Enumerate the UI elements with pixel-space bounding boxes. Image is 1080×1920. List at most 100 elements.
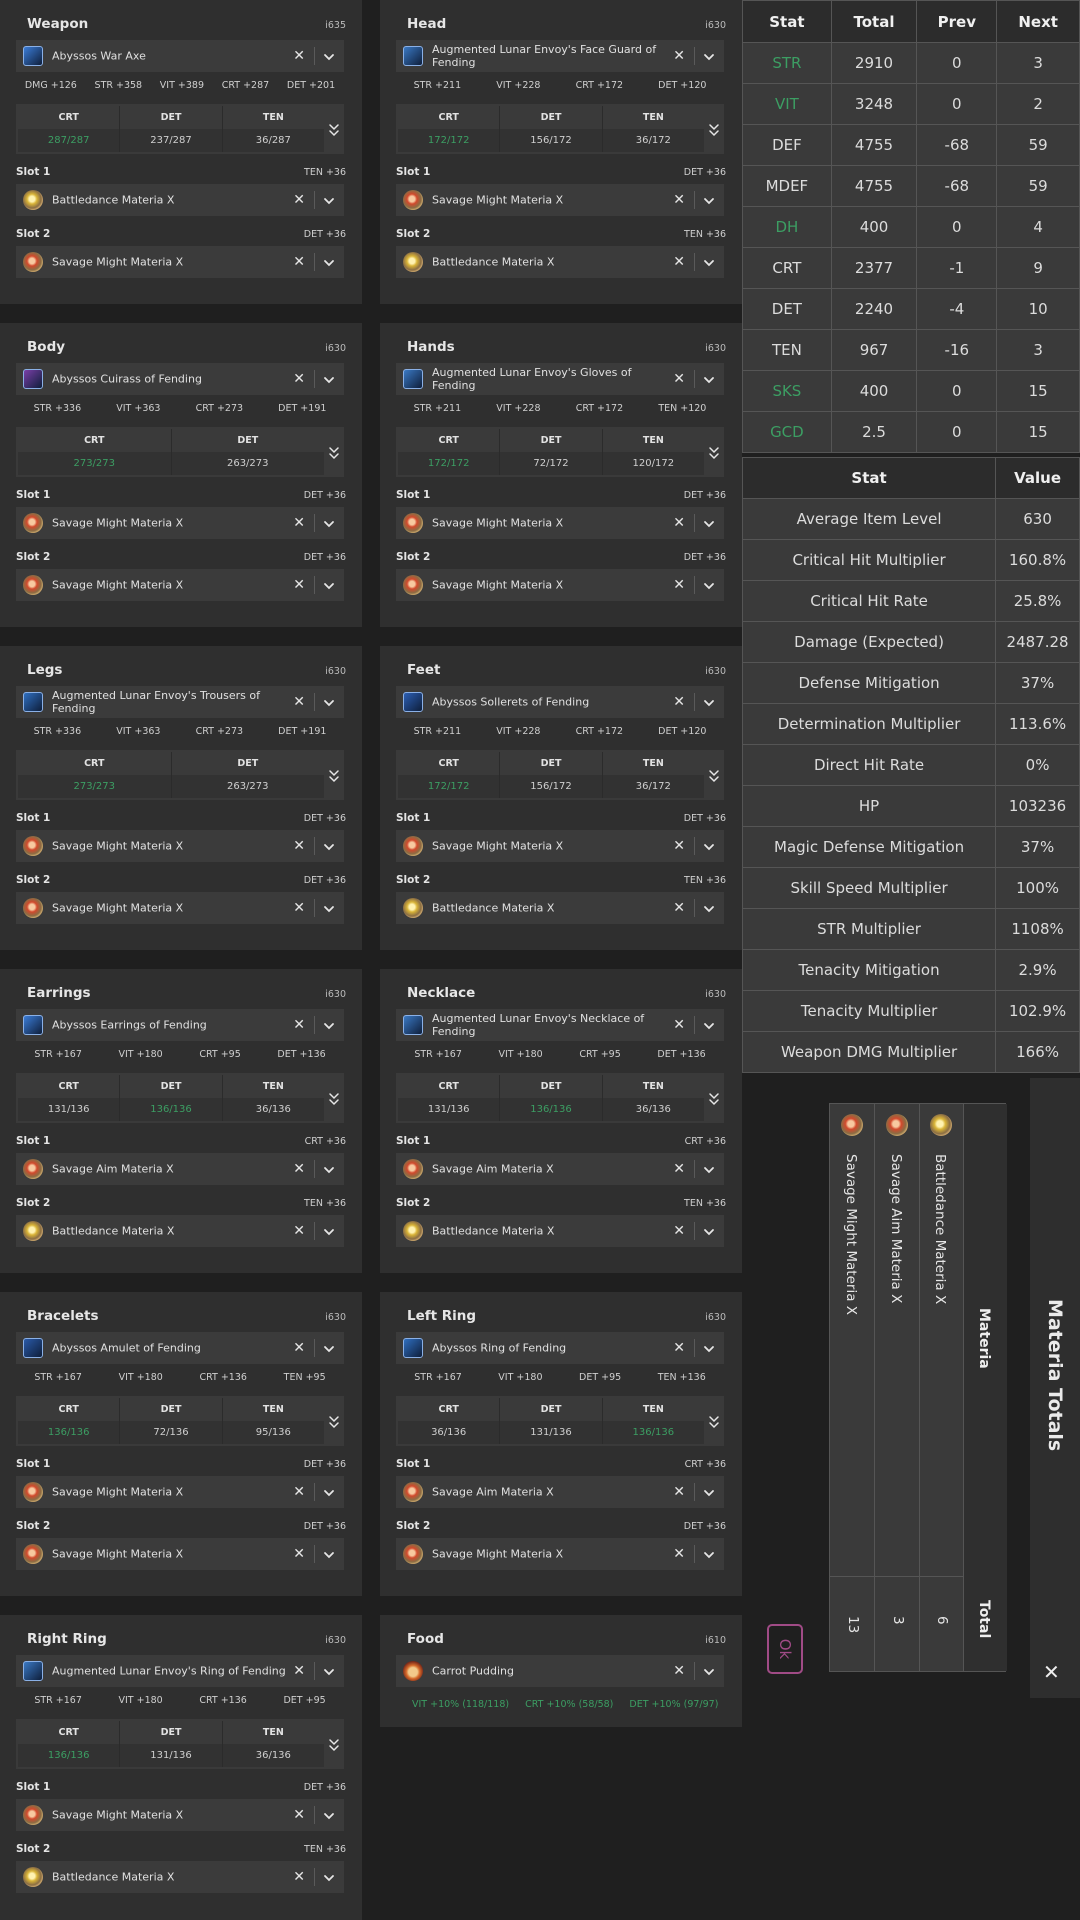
clear-icon[interactable]: ✕	[293, 1018, 305, 1032]
clear-icon[interactable]: ✕	[673, 839, 685, 853]
clear-icon[interactable]: ✕	[293, 695, 305, 709]
item-select[interactable]: Abyssos War Axe ✕	[16, 40, 344, 72]
clear-icon[interactable]: ✕	[673, 695, 685, 709]
chevron-down-icon[interactable]	[322, 372, 336, 386]
expand-icon[interactable]	[328, 1091, 340, 1106]
clear-icon[interactable]: ✕	[293, 1870, 305, 1884]
item-select[interactable]: Augmented Lunar Envoy's Ring of Fending ✕	[16, 1655, 344, 1687]
expand-icon[interactable]	[708, 445, 720, 460]
chevron-down-icon[interactable]	[702, 1341, 716, 1355]
materia-select[interactable]: Battledance Materia X ✕	[16, 184, 344, 216]
close-icon[interactable]: ✕	[1043, 1660, 1060, 1684]
clear-icon[interactable]: ✕	[293, 193, 305, 207]
chevron-down-icon[interactable]	[322, 1018, 336, 1032]
clear-icon[interactable]: ✕	[673, 1162, 685, 1176]
clear-icon[interactable]: ✕	[673, 372, 685, 386]
chevron-down-icon[interactable]	[702, 372, 716, 386]
materia-select[interactable]: Savage Aim Materia X ✕	[396, 1476, 724, 1508]
materia-select[interactable]: Savage Aim Materia X ✕	[396, 1153, 724, 1185]
item-select[interactable]: Augmented Lunar Envoy's Trousers of Fend…	[16, 686, 344, 718]
chevron-down-icon[interactable]	[702, 1664, 716, 1678]
materia-select[interactable]: Savage Might Materia X ✕	[16, 1538, 344, 1570]
clear-icon[interactable]: ✕	[293, 1664, 305, 1678]
chevron-down-icon[interactable]	[702, 695, 716, 709]
expand-icon[interactable]	[708, 1091, 720, 1106]
clear-icon[interactable]: ✕	[293, 1547, 305, 1561]
chevron-down-icon[interactable]	[702, 49, 716, 63]
chevron-down-icon[interactable]	[702, 1485, 716, 1499]
clear-icon[interactable]: ✕	[293, 1808, 305, 1822]
ok-button[interactable]: Ok	[767, 1624, 803, 1674]
materia-select[interactable]: Savage Might Materia X ✕	[396, 830, 724, 862]
chevron-down-icon[interactable]	[702, 839, 716, 853]
materia-select[interactable]: Savage Might Materia X ✕	[396, 184, 724, 216]
clear-icon[interactable]: ✕	[673, 1224, 685, 1238]
materia-select[interactable]: Savage Might Materia X ✕	[16, 830, 344, 862]
chevron-down-icon[interactable]	[702, 516, 716, 530]
clear-icon[interactable]: ✕	[673, 901, 685, 915]
clear-icon[interactable]: ✕	[293, 901, 305, 915]
expand-icon[interactable]	[328, 768, 340, 783]
expand-icon[interactable]	[708, 122, 720, 137]
chevron-down-icon[interactable]	[322, 1808, 336, 1822]
clear-icon[interactable]: ✕	[293, 578, 305, 592]
clear-icon[interactable]: ✕	[293, 1341, 305, 1355]
chevron-down-icon[interactable]	[322, 193, 336, 207]
chevron-down-icon[interactable]	[322, 1870, 336, 1884]
chevron-down-icon[interactable]	[702, 901, 716, 915]
materia-select[interactable]: Savage Might Materia X ✕	[16, 246, 344, 278]
chevron-down-icon[interactable]	[322, 578, 336, 592]
chevron-down-icon[interactable]	[322, 1547, 336, 1561]
chevron-down-icon[interactable]	[322, 1162, 336, 1176]
chevron-down-icon[interactable]	[702, 193, 716, 207]
expand-icon[interactable]	[708, 768, 720, 783]
materia-select[interactable]: Battledance Materia X ✕	[16, 1861, 344, 1893]
expand-icon[interactable]	[328, 1414, 340, 1429]
item-select[interactable]: Augmented Lunar Envoy's Necklace of Fend…	[396, 1009, 724, 1041]
materia-select[interactable]: Savage Might Materia X ✕	[16, 507, 344, 539]
food-select[interactable]: Carrot Pudding ✕	[396, 1655, 724, 1687]
materia-select[interactable]: Battledance Materia X ✕	[396, 892, 724, 924]
chevron-down-icon[interactable]	[702, 1018, 716, 1032]
clear-icon[interactable]: ✕	[293, 1485, 305, 1499]
expand-icon[interactable]	[328, 1737, 340, 1752]
expand-icon[interactable]	[328, 122, 340, 137]
item-select[interactable]: Augmented Lunar Envoy's Face Guard of Fe…	[396, 40, 724, 72]
clear-icon[interactable]: ✕	[673, 578, 685, 592]
materia-select[interactable]: Savage Might Materia X ✕	[16, 1476, 344, 1508]
materia-select[interactable]: Savage Might Materia X ✕	[396, 1538, 724, 1570]
clear-icon[interactable]: ✕	[673, 1018, 685, 1032]
chevron-down-icon[interactable]	[322, 255, 336, 269]
item-select[interactable]: Abyssos Earrings of Fending ✕	[16, 1009, 344, 1041]
chevron-down-icon[interactable]	[322, 1664, 336, 1678]
chevron-down-icon[interactable]	[322, 1224, 336, 1238]
chevron-down-icon[interactable]	[322, 1485, 336, 1499]
chevron-down-icon[interactable]	[322, 839, 336, 853]
materia-select[interactable]: Battledance Materia X ✕	[16, 1215, 344, 1247]
materia-select[interactable]: Savage Might Materia X ✕	[16, 892, 344, 924]
materia-select[interactable]: Savage Might Materia X ✕	[16, 569, 344, 601]
materia-select[interactable]: Savage Aim Materia X ✕	[16, 1153, 344, 1185]
chevron-down-icon[interactable]	[702, 578, 716, 592]
clear-icon[interactable]: ✕	[673, 255, 685, 269]
clear-icon[interactable]: ✕	[293, 372, 305, 386]
clear-icon[interactable]: ✕	[673, 516, 685, 530]
materia-select[interactable]: Savage Might Materia X ✕	[396, 507, 724, 539]
item-select[interactable]: Abyssos Cuirass of Fending ✕	[16, 363, 344, 395]
expand-icon[interactable]	[328, 445, 340, 460]
expand-icon[interactable]	[708, 1414, 720, 1429]
item-select[interactable]: Abyssos Amulet of Fending ✕	[16, 1332, 344, 1364]
item-select[interactable]: Augmented Lunar Envoy's Gloves of Fendin…	[396, 363, 724, 395]
materia-select[interactable]: Battledance Materia X ✕	[396, 246, 724, 278]
item-select[interactable]: Abyssos Sollerets of Fending ✕	[396, 686, 724, 718]
chevron-down-icon[interactable]	[322, 695, 336, 709]
chevron-down-icon[interactable]	[702, 1547, 716, 1561]
clear-icon[interactable]: ✕	[673, 1547, 685, 1561]
chevron-down-icon[interactable]	[702, 1162, 716, 1176]
clear-icon[interactable]: ✕	[293, 1162, 305, 1176]
clear-icon[interactable]: ✕	[293, 516, 305, 530]
clear-icon[interactable]: ✕	[673, 1664, 685, 1678]
clear-icon[interactable]: ✕	[293, 49, 305, 63]
chevron-down-icon[interactable]	[322, 901, 336, 915]
chevron-down-icon[interactable]	[322, 516, 336, 530]
